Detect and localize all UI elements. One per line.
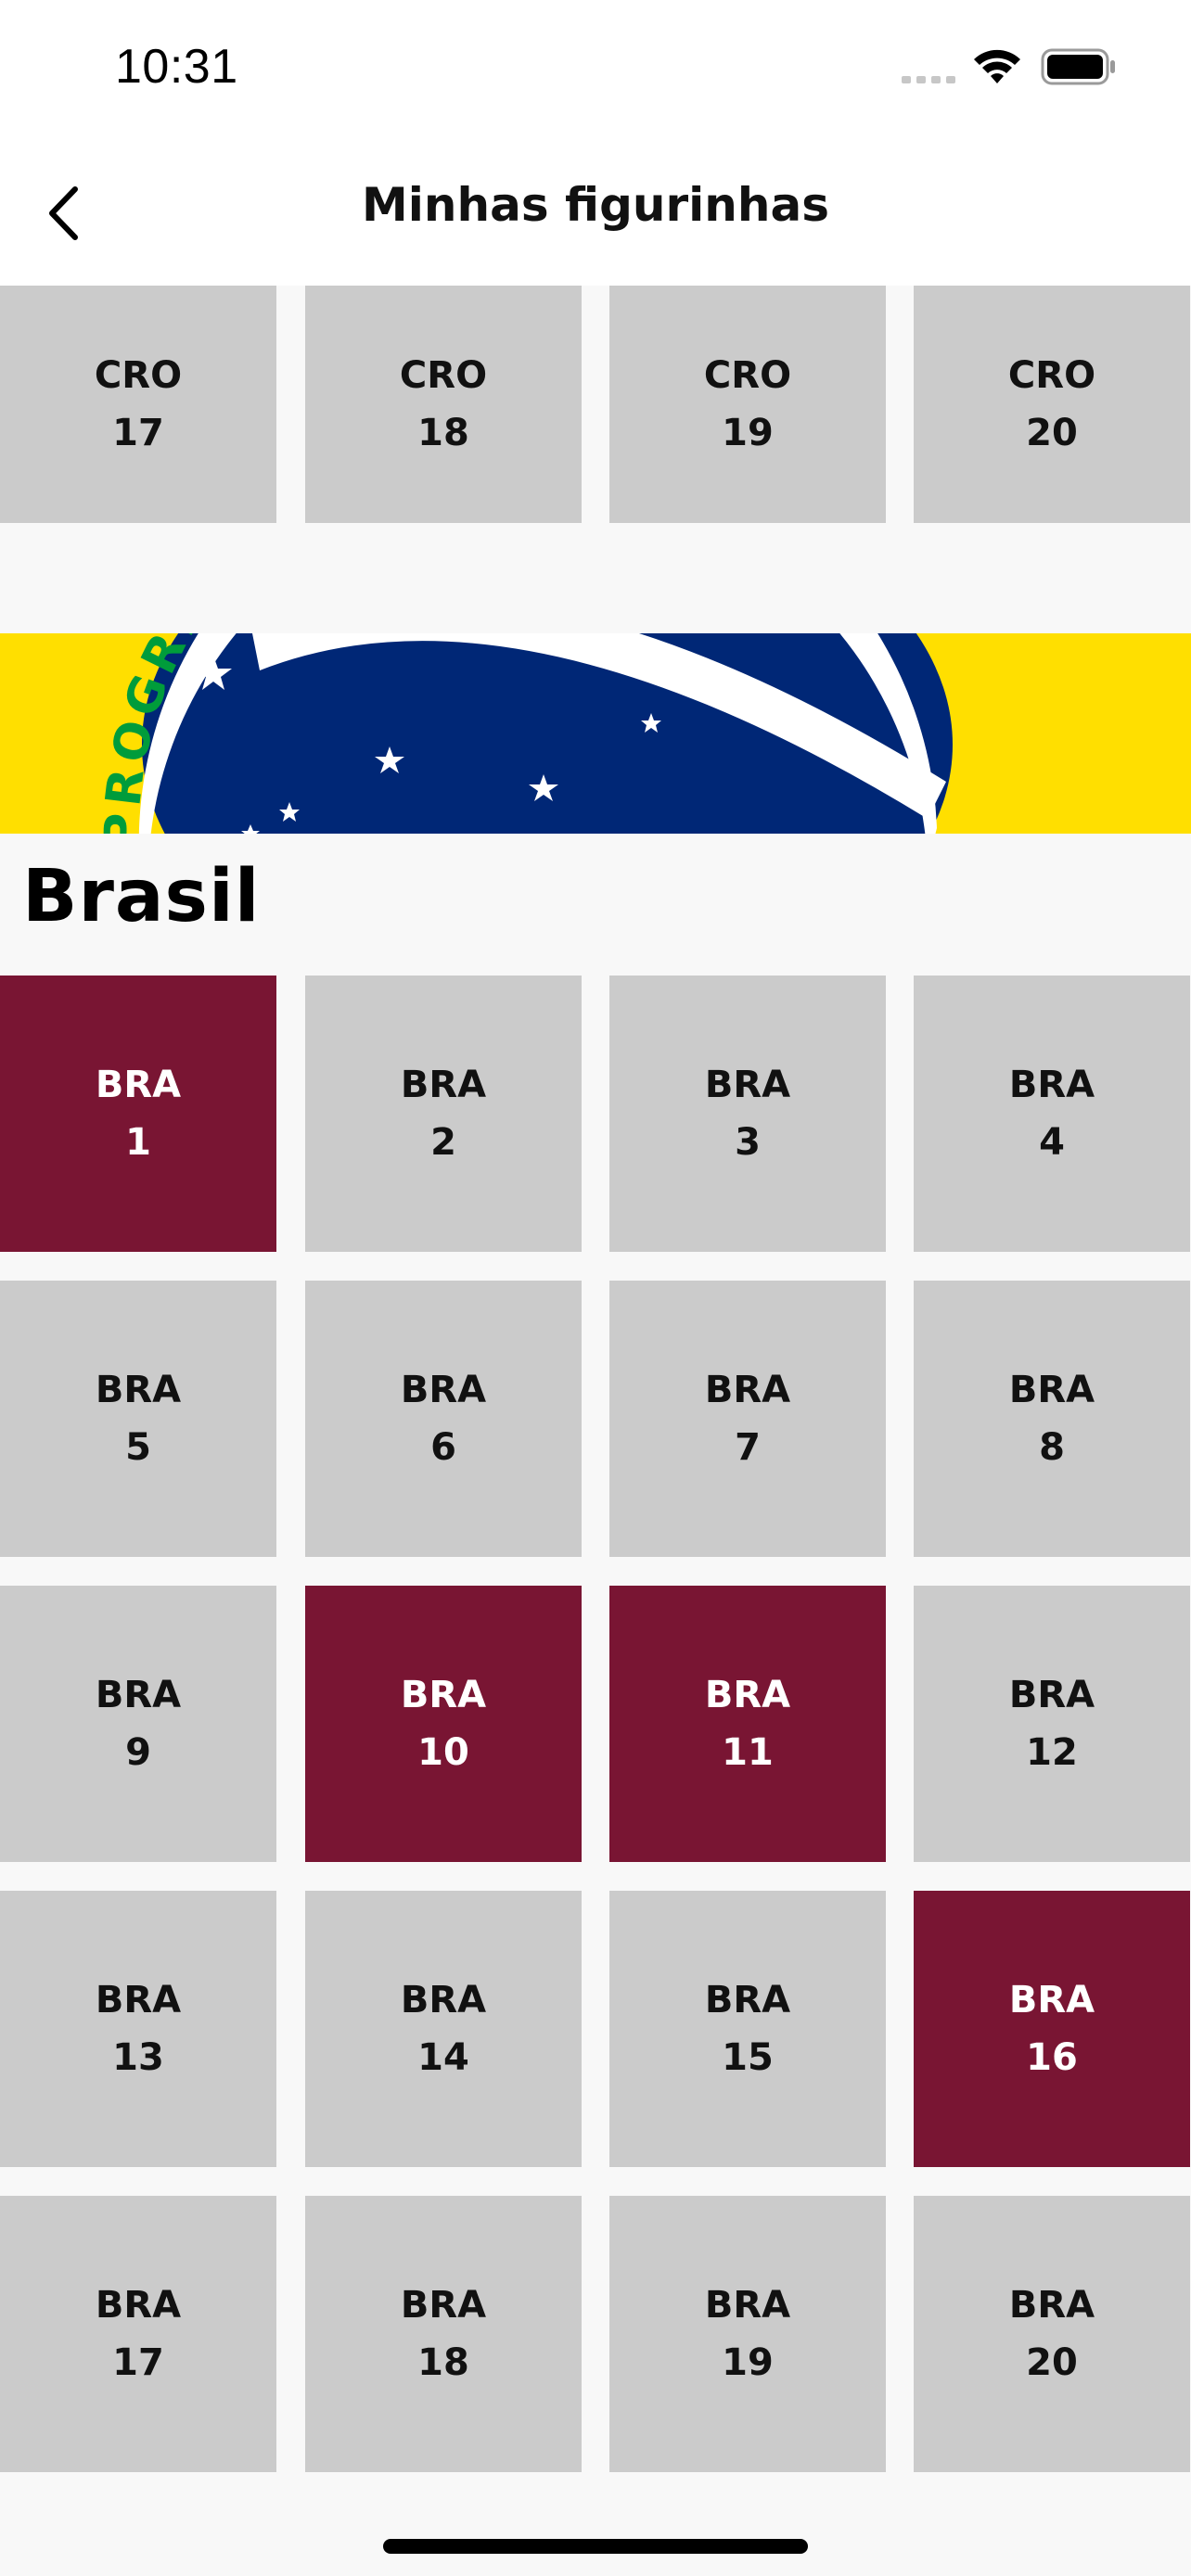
- sticker-number: 13: [112, 2036, 164, 2079]
- sticker-code: BRA: [400, 1979, 487, 2021]
- sticker-code: BRA: [1008, 1064, 1095, 1106]
- sticker-bra-9[interactable]: BRA 9: [0, 1586, 276, 1862]
- sticker-bra-11[interactable]: BRA 11: [609, 1586, 886, 1862]
- sticker-number: 6: [430, 1426, 456, 1469]
- sticker-bra-18[interactable]: BRA 18: [305, 2196, 582, 2472]
- sticker-code: BRA: [1008, 1369, 1095, 1411]
- sticker-code: BRA: [95, 1674, 182, 1716]
- sticker-bra-12[interactable]: BRA 12: [914, 1586, 1190, 1862]
- sticker-number: 18: [417, 2341, 469, 2384]
- sticker-number: 15: [722, 2036, 774, 2079]
- section-title: Brasil: [22, 855, 261, 938]
- sticker-bra-14[interactable]: BRA 14: [305, 1891, 582, 2167]
- sticker-number: 18: [417, 412, 469, 454]
- sticker-number: 1: [125, 1121, 151, 1164]
- sticker-code: BRA: [95, 1979, 182, 2021]
- sticker-bra-3[interactable]: BRA 3: [609, 976, 886, 1252]
- sticker-cro-18[interactable]: CRO 18: [305, 286, 582, 523]
- sticker-code: BRA: [400, 1369, 487, 1411]
- sticker-cro-19[interactable]: CRO 19: [609, 286, 886, 523]
- sticker-bra-1[interactable]: BRA 1: [0, 976, 276, 1252]
- sticker-number: 3: [735, 1121, 761, 1164]
- sticker-number: 8: [1039, 1426, 1065, 1469]
- sticker-number: 19: [722, 412, 774, 454]
- sticker-number: 9: [125, 1731, 151, 1774]
- sticker-bra-19[interactable]: BRA 19: [609, 2196, 886, 2472]
- sticker-code: CRO: [94, 354, 183, 397]
- status-time: 10:31: [115, 40, 238, 94]
- sticker-number: 11: [722, 1731, 774, 1774]
- sticker-number: 10: [417, 1731, 469, 1774]
- wifi-icon: [974, 49, 1020, 83]
- sticker-bra-4[interactable]: BRA 4: [914, 976, 1190, 1252]
- sticker-code: BRA: [1008, 1674, 1095, 1716]
- sticker-code: BRA: [400, 2284, 487, 2327]
- sticker-code: BRA: [1008, 2284, 1095, 2327]
- sticker-bra-10[interactable]: BRA 10: [305, 1586, 582, 1862]
- sticker-code: BRA: [400, 1674, 487, 1716]
- sticker-number: 4: [1039, 1121, 1065, 1164]
- sticker-bra-17[interactable]: BRA 17: [0, 2196, 276, 2472]
- sticker-bra-7[interactable]: BRA 7: [609, 1281, 886, 1557]
- sticker-code: CRO: [399, 354, 488, 397]
- sticker-code: BRA: [704, 1064, 791, 1106]
- sticker-number: 17: [112, 2341, 164, 2384]
- sticker-number: 20: [1026, 412, 1078, 454]
- sticker-number: 14: [417, 2036, 469, 2079]
- sticker-bra-15[interactable]: BRA 15: [609, 1891, 886, 2167]
- sticker-code: BRA: [704, 2284, 791, 2327]
- sticker-number: 17: [112, 412, 164, 454]
- sticker-code: CRO: [1007, 354, 1096, 397]
- sticker-code: CRO: [703, 354, 792, 397]
- sticker-code: BRA: [704, 1674, 791, 1716]
- page-title: Minhas figurinhas: [362, 178, 829, 232]
- sticker-code: BRA: [95, 1064, 182, 1106]
- sticker-code: BRA: [95, 2284, 182, 2327]
- battery-icon: [1041, 48, 1115, 85]
- sticker-number: 5: [125, 1426, 151, 1469]
- cellular-signal-icon: [902, 76, 955, 83]
- sticker-bra-13[interactable]: BRA 13: [0, 1891, 276, 2167]
- flag-banner: PROGRESSO: [0, 633, 1191, 834]
- status-bar: 10:31: [0, 0, 1191, 139]
- sticker-number: 20: [1026, 2341, 1078, 2384]
- sticker-bra-6[interactable]: BRA 6: [305, 1281, 582, 1557]
- sticker-number: 16: [1026, 2036, 1078, 2079]
- sticker-cro-20[interactable]: CRO 20: [914, 286, 1190, 523]
- sticker-number: 12: [1026, 1731, 1078, 1774]
- sticker-bra-5[interactable]: BRA 5: [0, 1281, 276, 1557]
- sticker-bra-20[interactable]: BRA 20: [914, 2196, 1190, 2472]
- brazil-flag-image: PROGRESSO: [0, 633, 1191, 834]
- sticker-cro-17[interactable]: CRO 17: [0, 286, 276, 523]
- sticker-code: BRA: [400, 1064, 487, 1106]
- sticker-number: 19: [722, 2341, 774, 2384]
- sticker-bra-8[interactable]: BRA 8: [914, 1281, 1190, 1557]
- sticker-code: BRA: [704, 1369, 791, 1411]
- sticker-number: 7: [735, 1426, 761, 1469]
- sticker-bra-16[interactable]: BRA 16: [914, 1891, 1190, 2167]
- sticker-code: BRA: [1008, 1979, 1095, 2021]
- sticker-code: BRA: [95, 1369, 182, 1411]
- navigation-bar: Minhas figurinhas: [0, 139, 1191, 286]
- sticker-number: 2: [430, 1121, 456, 1164]
- sticker-code: BRA: [704, 1979, 791, 2021]
- sticker-bra-2[interactable]: BRA 2: [305, 976, 582, 1252]
- home-indicator: [383, 2539, 808, 2554]
